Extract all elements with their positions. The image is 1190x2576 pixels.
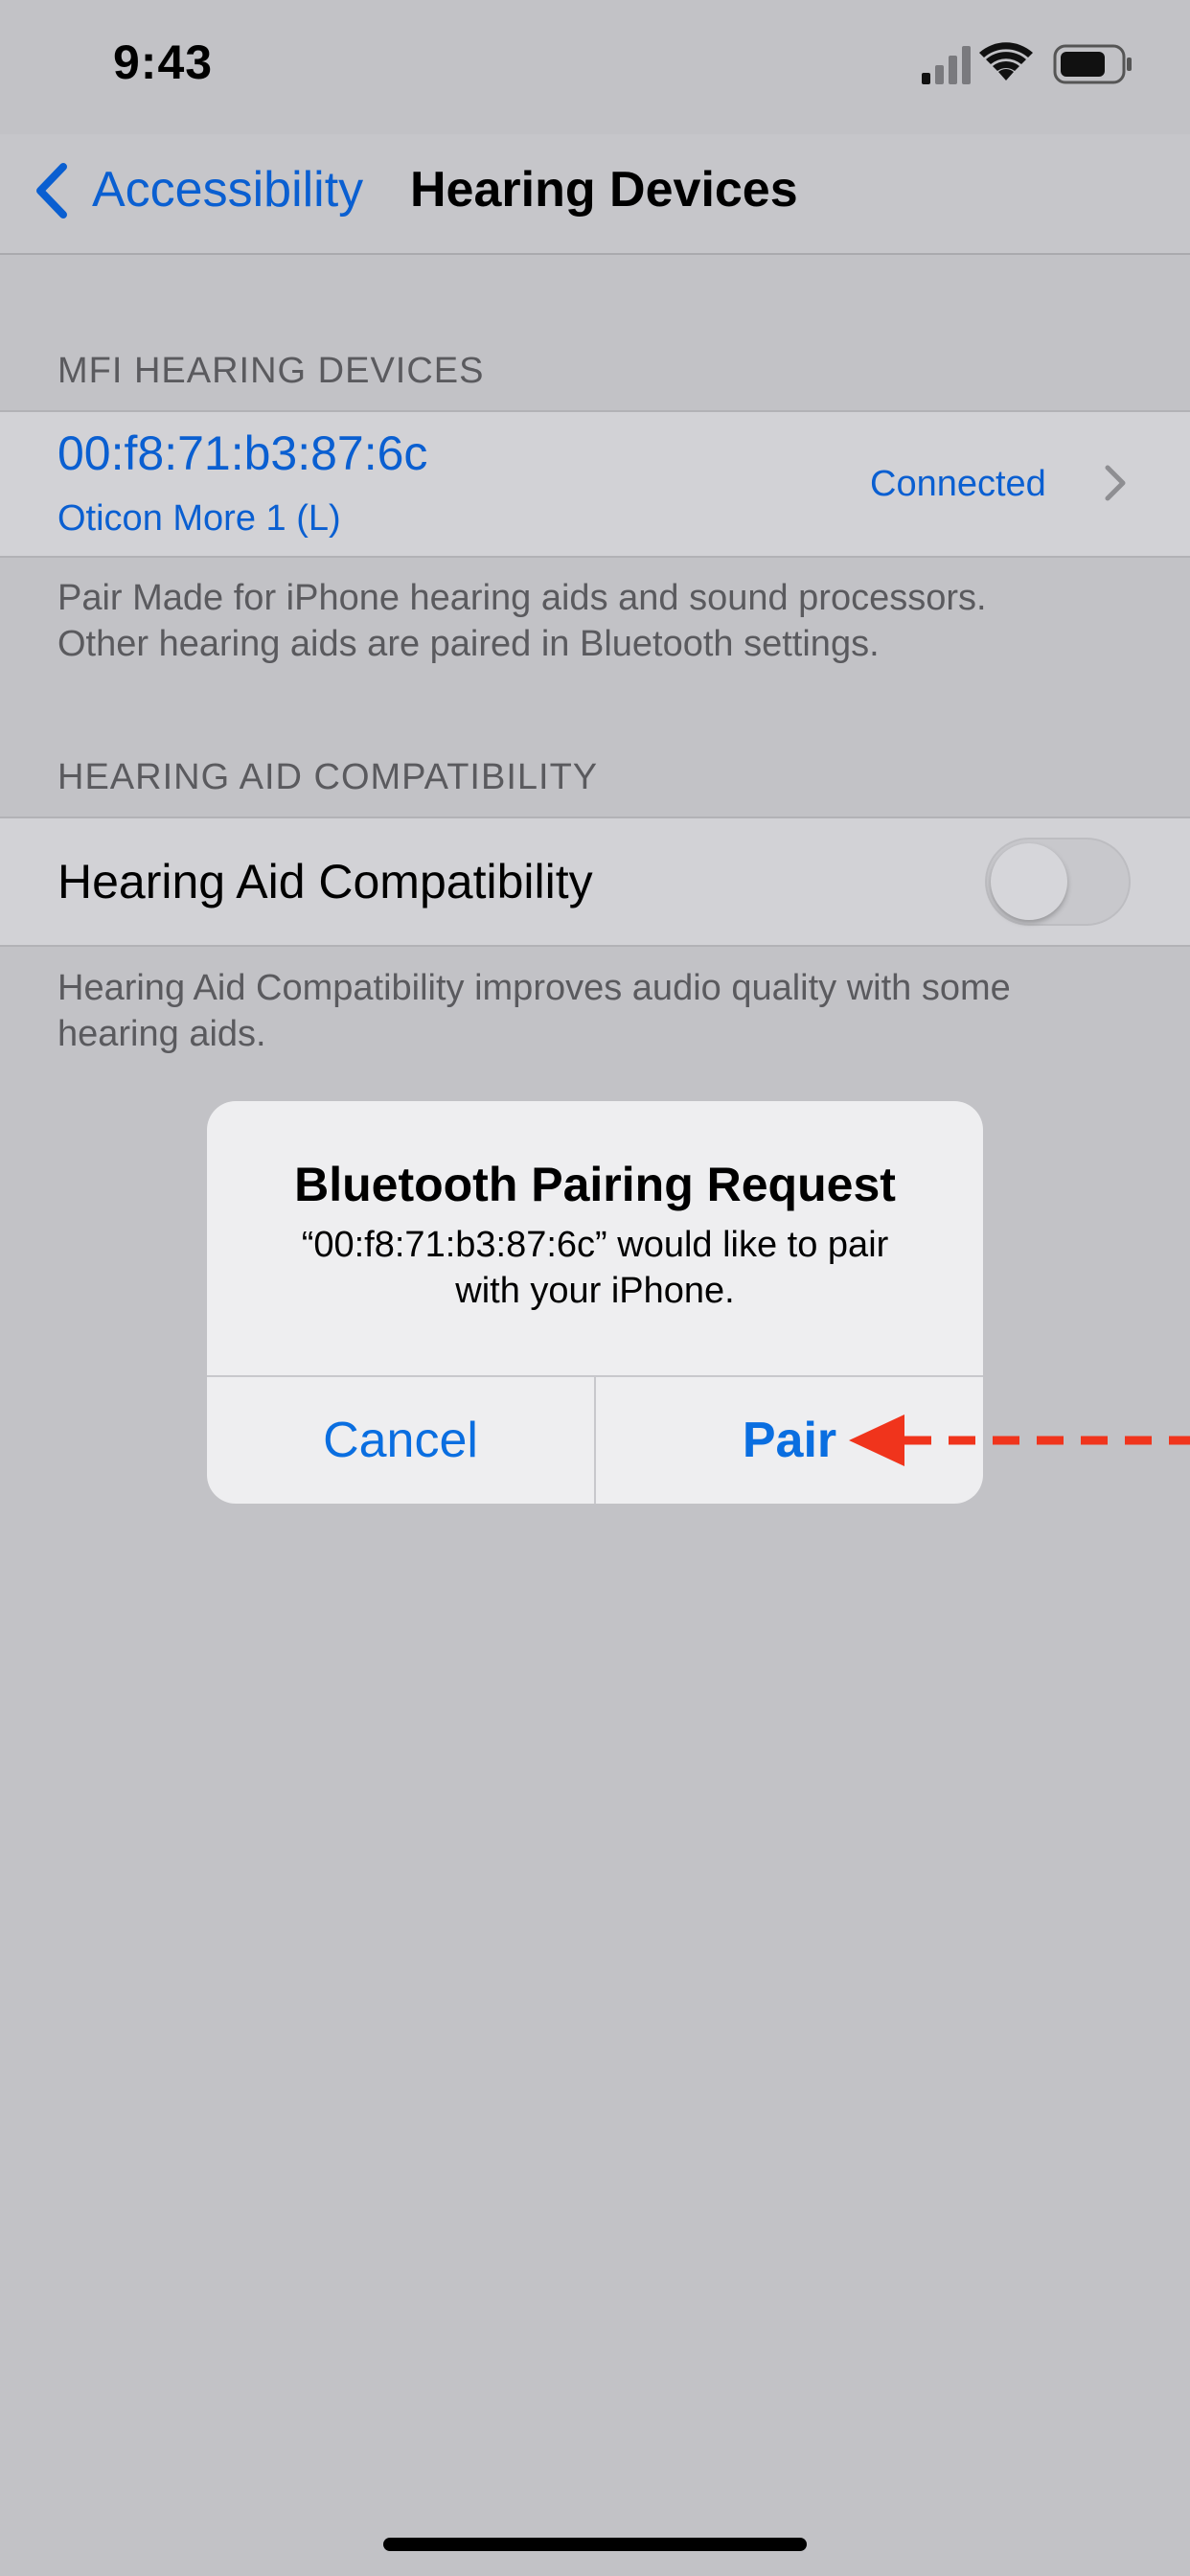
hac-footer-line-1: Hearing Aid Compatibility improves audio… (57, 968, 1011, 1008)
mfi-footer-line-2: Other hearing aids are paired in Bluetoo… (57, 624, 880, 664)
device-status: Connected (870, 464, 1046, 504)
hac-toggle[interactable] (985, 838, 1131, 926)
battery-icon (1053, 44, 1132, 84)
back-button[interactable]: Accessibility (92, 161, 363, 218)
hac-footer-line-2: hearing aids. (57, 1014, 266, 1054)
back-chevron-icon[interactable] (33, 161, 71, 220)
status-icons (922, 42, 1132, 84)
section-header-hac: HEARING AID COMPATIBILITY (57, 757, 599, 797)
home-indicator (383, 2538, 807, 2551)
cancel-button[interactable]: Cancel (207, 1377, 594, 1504)
annotation-arrow-icon (849, 1414, 1190, 1466)
status-bar: 9:43 (0, 0, 1190, 134)
device-name: Oticon More 1 (L) (57, 498, 341, 539)
chevron-right-icon (1105, 465, 1126, 501)
hac-label: Hearing Aid Compatibility (57, 855, 593, 908)
section-header-mfi: MFI HEARING DEVICES (57, 351, 485, 391)
mfi-footer-line-1: Pair Made for iPhone hearing aids and so… (57, 578, 987, 618)
alert-message-line-1: “00:f8:71:b3:87:6c” would like to pair (301, 1225, 889, 1265)
page-title: Hearing Devices (410, 162, 798, 218)
status-time: 9:43 (113, 35, 214, 89)
alert-message: “00:f8:71:b3:87:6c” would like to pair w… (245, 1222, 945, 1314)
alert-message-line-2: with your iPhone. (455, 1271, 735, 1311)
toggle-knob (991, 843, 1067, 920)
cellular-signal-icon (922, 46, 971, 84)
wifi-icon (979, 42, 1033, 80)
device-address: 00:f8:71:b3:87:6c (57, 426, 428, 480)
alert-title: Bluetooth Pairing Request (294, 1158, 896, 1211)
